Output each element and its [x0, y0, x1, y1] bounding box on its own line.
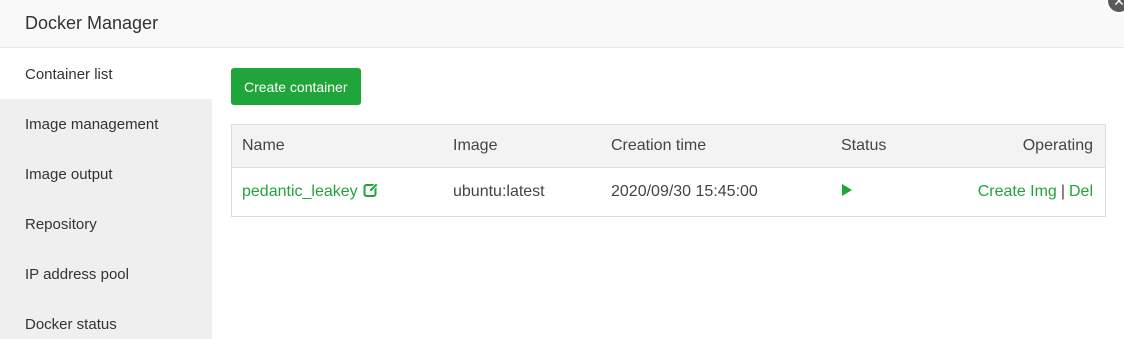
edit-icon[interactable] [363, 181, 379, 203]
sidebar-item-repository[interactable]: Repository [0, 199, 212, 249]
sidebar-item-label: Image output [25, 165, 113, 183]
operation-separator: | [1060, 183, 1065, 200]
sidebar-item-ip-address-pool[interactable]: IP address pool [0, 249, 212, 299]
column-header-name: Name [242, 137, 285, 154]
sidebar-item-image-output[interactable]: Image output [0, 149, 212, 199]
container-name-cell: pedantic_leakey [232, 181, 442, 203]
create-img-link[interactable]: Create Img [978, 183, 1057, 200]
sidebar-item-container-list[interactable]: Container list [0, 49, 212, 99]
column-header-operating: Operating [1022, 137, 1093, 154]
sidebar-item-label: Repository [25, 215, 97, 233]
container-table: Name Image Creation time Status Operatin… [231, 124, 1106, 217]
sidebar-item-label: Container list [25, 65, 113, 83]
column-header-image: Image [453, 137, 498, 154]
container-creation-time-cell: 2020/09/30 15:45:00 [611, 183, 758, 200]
sidebar-item-docker-status[interactable]: Docker status [0, 299, 212, 339]
sidebar-item-label: IP address pool [25, 265, 129, 283]
play-icon[interactable] [841, 183, 853, 202]
column-header-creation-time: Creation time [611, 137, 707, 154]
dialog-header: Docker Manager [0, 0, 1124, 48]
container-status-cell [829, 183, 949, 202]
table-header: Name Image Creation time Status Operatin… [232, 125, 1105, 168]
table-row: pedantic_leakey ubuntu:latest 2020/09/30… [232, 168, 1105, 216]
create-container-button[interactable]: Create container [231, 68, 361, 105]
delete-link[interactable]: Del [1069, 183, 1093, 200]
sidebar: Container list Image management Image ou… [0, 49, 212, 339]
docker-manager-dialog: Docker Manager ✕ Container list Image ma… [0, 0, 1124, 339]
column-header-status: Status [841, 137, 887, 154]
sidebar-item-label: Image management [25, 115, 159, 133]
sidebar-item-image-management[interactable]: Image management [0, 99, 212, 149]
container-name-link[interactable]: pedantic_leakey [242, 183, 358, 200]
container-list-panel: Create container Name Image Creation tim… [231, 68, 1106, 217]
dialog-title: Docker Manager [25, 13, 159, 33]
container-image-cell: ubuntu:latest [453, 183, 545, 200]
sidebar-item-label: Docker status [25, 315, 117, 333]
container-operations-cell: Create Img | Del [949, 183, 1105, 201]
